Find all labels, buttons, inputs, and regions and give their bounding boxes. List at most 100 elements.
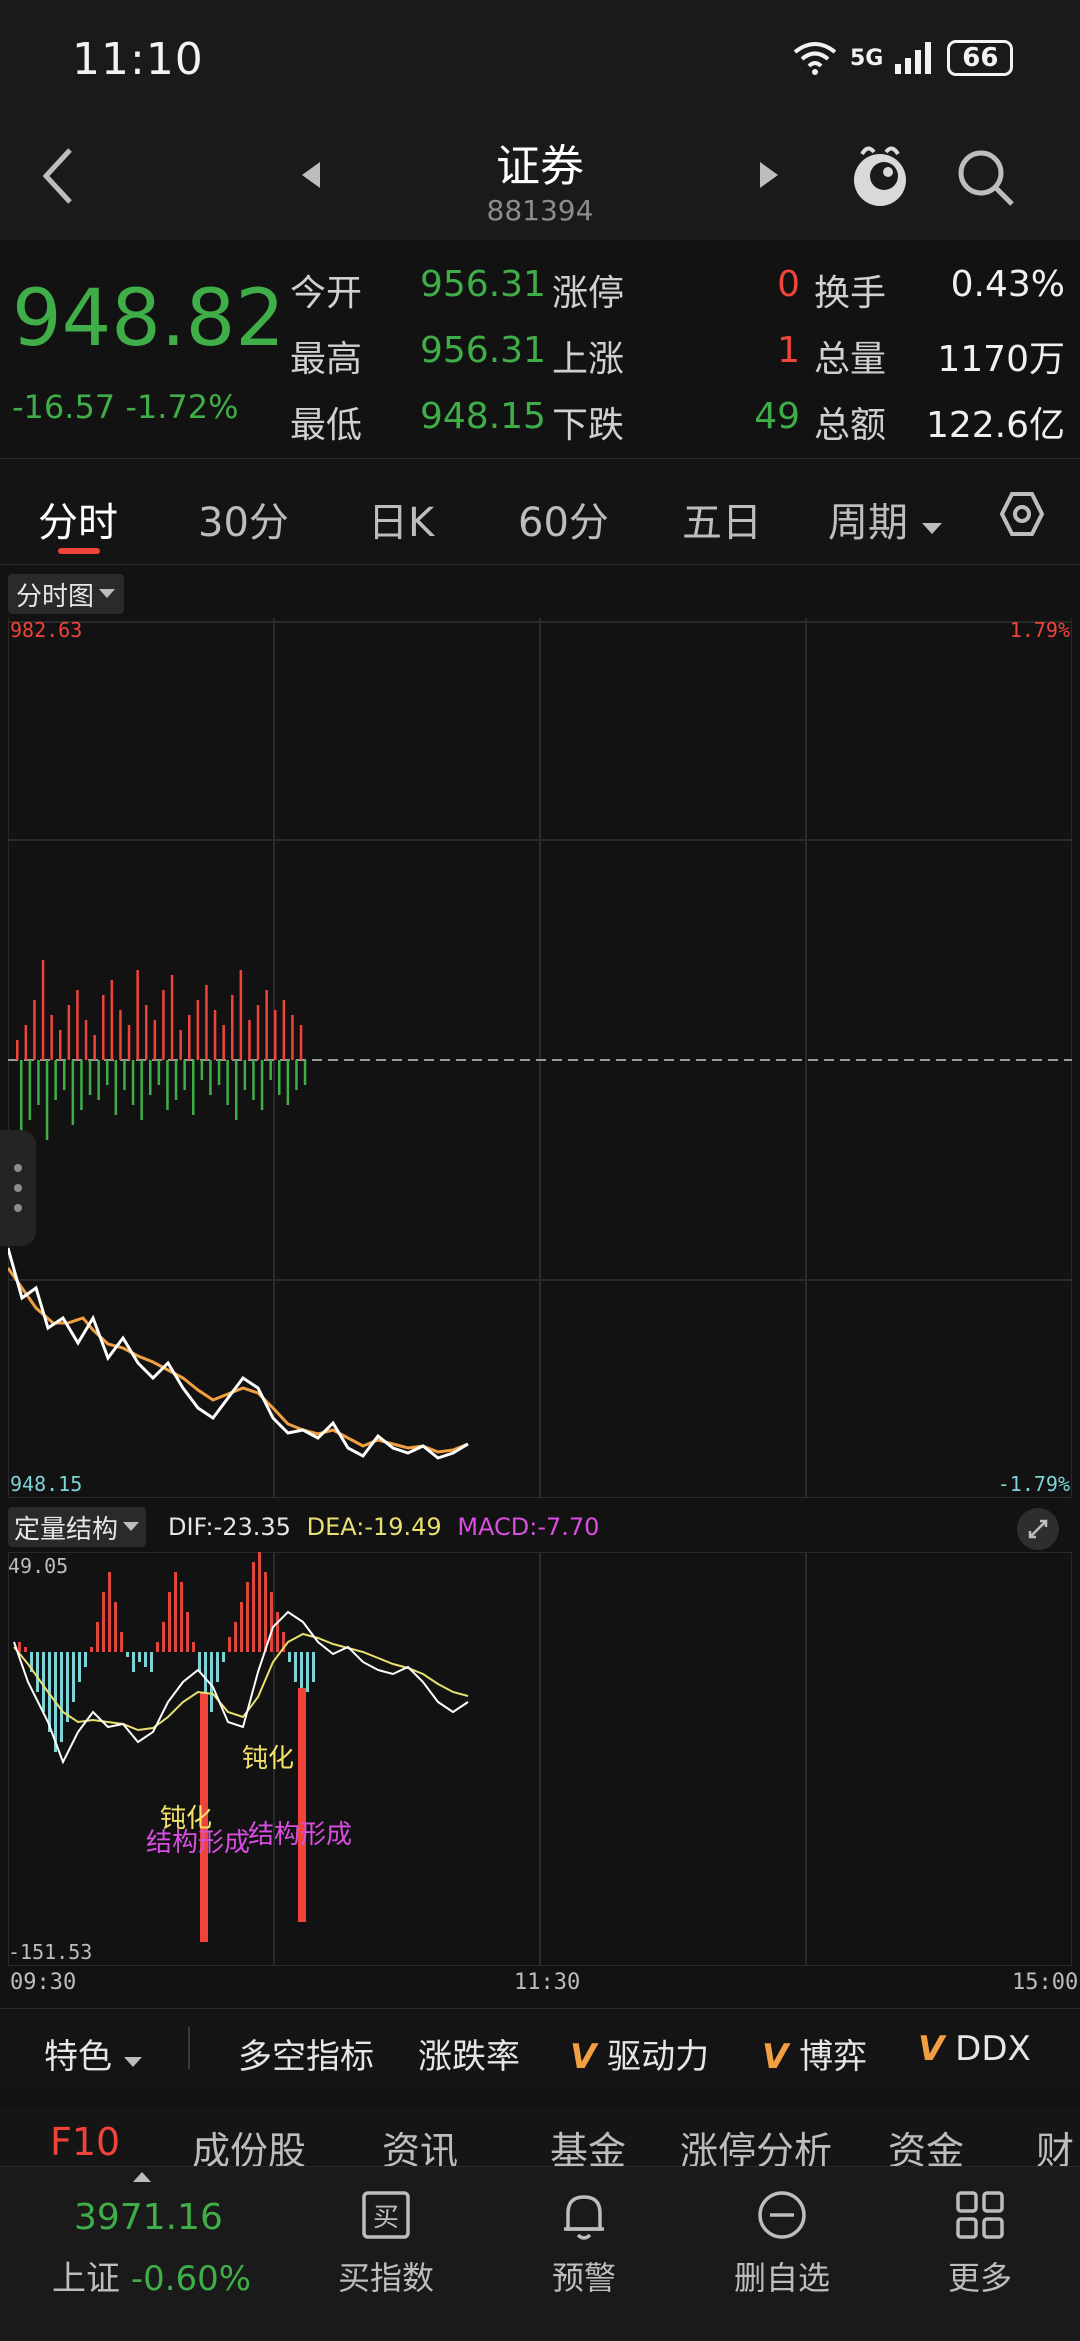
macd-bar — [150, 1652, 153, 1672]
feature-dropdown[interactable]: 特色 — [44, 2029, 143, 2078]
macd-chart[interactable] — [8, 1552, 1072, 1966]
macd-bar — [144, 1652, 147, 1667]
indicator-drive[interactable]: V 驱动力 — [570, 2029, 709, 2078]
time-label-midday: 11:30 — [514, 1970, 581, 1995]
index-value[interactable]: 3971.16 — [74, 2197, 223, 2238]
volume-bar — [106, 1060, 109, 1085]
battery-indicator: 66 — [947, 40, 1014, 76]
macd-bar — [114, 1602, 117, 1652]
open-value: 956.31 — [420, 264, 546, 305]
tab-capital[interactable]: 资金 — [888, 2120, 964, 2166]
volume-bar — [136, 970, 139, 1060]
indicator-advance-decline[interactable]: 涨跌率 — [418, 2029, 520, 2078]
chart-type-selector[interactable]: 分时图 — [8, 574, 125, 614]
indicator-ddx-label: DDX — [955, 2029, 1031, 2069]
volume-bar — [59, 1030, 62, 1060]
macd-bar — [96, 1622, 99, 1652]
macd-bar — [84, 1652, 87, 1667]
volume-bar — [243, 1060, 247, 1090]
time-label-open: 09:30 — [10, 1970, 77, 1995]
macd-bar — [228, 1637, 231, 1652]
index-percent: -0.60% — [130, 2259, 252, 2299]
tab-constituents[interactable]: 成份股 — [192, 2120, 306, 2166]
macd-bar — [306, 1652, 309, 1692]
volume-value: 1170万 — [937, 339, 1065, 380]
price-change: -16.57 -1.72% — [12, 388, 239, 426]
v-icon: V — [762, 2037, 789, 2077]
bottom-price-label: 948.15 — [10, 1472, 83, 1496]
macd-bar — [120, 1632, 123, 1652]
tab-period[interactable]: 周期 — [828, 490, 943, 548]
bottom-nav: 3971.16 上证 -0.60% 买 买指数 预警 删自选 更多 — [0, 2166, 1080, 2341]
tab-30min[interactable]: 30分 — [198, 490, 289, 548]
volume-bar — [145, 1005, 148, 1060]
indicator-ddx[interactable]: V DDX — [918, 2029, 1031, 2069]
macd-bar — [174, 1572, 177, 1652]
chevron-up-icon[interactable] — [132, 2171, 152, 2183]
volume-bar — [295, 1060, 298, 1090]
macd-bar — [138, 1652, 141, 1662]
decliners-value: 49 — [754, 396, 800, 437]
mascot-icon[interactable] — [848, 140, 912, 212]
volume-bar — [50, 1015, 53, 1060]
side-drag-handle[interactable] — [0, 1130, 36, 1246]
volume-bars — [16, 960, 307, 1140]
intraday-chart[interactable] — [8, 618, 1072, 1498]
indicator-drive-label: 驱动力 — [607, 2037, 710, 2077]
volume-bar — [170, 975, 174, 1060]
tab-intraday[interactable]: 分时 — [38, 490, 118, 548]
macd-bar — [246, 1582, 249, 1652]
tab-five-day[interactable]: 五日 — [682, 490, 762, 548]
header: 证券 881394 — [0, 110, 1080, 240]
macd-bar — [222, 1652, 225, 1662]
last-price: 948.82 — [12, 274, 285, 364]
macd-bar — [36, 1652, 39, 1692]
tab-f10[interactable]: F10 — [50, 2120, 120, 2164]
dea-value: DEA:-19.49 — [306, 1513, 442, 1541]
clock: 11:10 — [72, 34, 204, 85]
turnover-label: 换手 — [814, 273, 887, 314]
annotation-structure-2: 结构形成 — [248, 1820, 353, 1850]
volume-bar — [278, 1060, 281, 1095]
tab-limit-up-analysis[interactable]: 涨停分析 — [680, 2120, 832, 2166]
tab-daily-k[interactable]: 日K — [368, 490, 434, 548]
indicator-long-short[interactable]: 多空指标 — [238, 2029, 374, 2078]
indicator-game[interactable]: V 博弈 — [762, 2029, 867, 2078]
expand-icon[interactable] — [1016, 1507, 1060, 1551]
volume-bar — [269, 1060, 272, 1080]
hexagon-settings-icon[interactable] — [998, 490, 1046, 538]
low-label: 最低 — [290, 405, 363, 446]
nav-more[interactable]: 更多 — [910, 2185, 1050, 2299]
volume-bar — [28, 1060, 32, 1120]
nav-alert[interactable]: 预警 — [514, 2185, 654, 2299]
status-bar: 11:10 5G 66 — [0, 0, 1080, 110]
nav-remove-watchlist[interactable]: 删自选 — [712, 2185, 852, 2299]
macd-bar — [108, 1572, 111, 1652]
macd-bar — [156, 1642, 159, 1652]
indicator-bar: 特色 多空指标 涨跌率 V 驱动力 V 博弈 V DDX — [0, 2008, 1080, 2089]
network-type: 5G — [850, 45, 884, 71]
search-icon[interactable] — [954, 146, 1018, 210]
tab-news[interactable]: 资讯 — [382, 2120, 458, 2166]
amount-label: 总额 — [814, 405, 887, 446]
tab-funds[interactable]: 基金 — [550, 2120, 626, 2166]
index-summary[interactable]: 上证 -0.60% — [52, 2251, 251, 2300]
macd-bar — [210, 1652, 213, 1712]
macd-bar — [270, 1592, 273, 1652]
volume-bar — [153, 1020, 157, 1060]
volume-bar — [149, 1060, 152, 1095]
nav-buy-index[interactable]: 买 买指数 — [316, 2185, 456, 2299]
macd-bar — [192, 1642, 195, 1652]
volume-bar — [20, 1060, 23, 1130]
tab-finance[interactable]: 财 — [1036, 2120, 1074, 2166]
indicator-selector[interactable]: 定量结构 — [8, 1507, 147, 1547]
next-triangle-icon[interactable] — [756, 160, 782, 190]
macd-bar — [24, 1647, 27, 1652]
volume-bar — [252, 1060, 255, 1100]
macd-bar — [180, 1582, 183, 1652]
chevron-down-icon — [99, 589, 116, 598]
volume-bar — [265, 990, 268, 1060]
tab-60min[interactable]: 60分 — [518, 490, 609, 548]
macd-bar — [240, 1602, 243, 1652]
volume-bar — [192, 1060, 195, 1115]
